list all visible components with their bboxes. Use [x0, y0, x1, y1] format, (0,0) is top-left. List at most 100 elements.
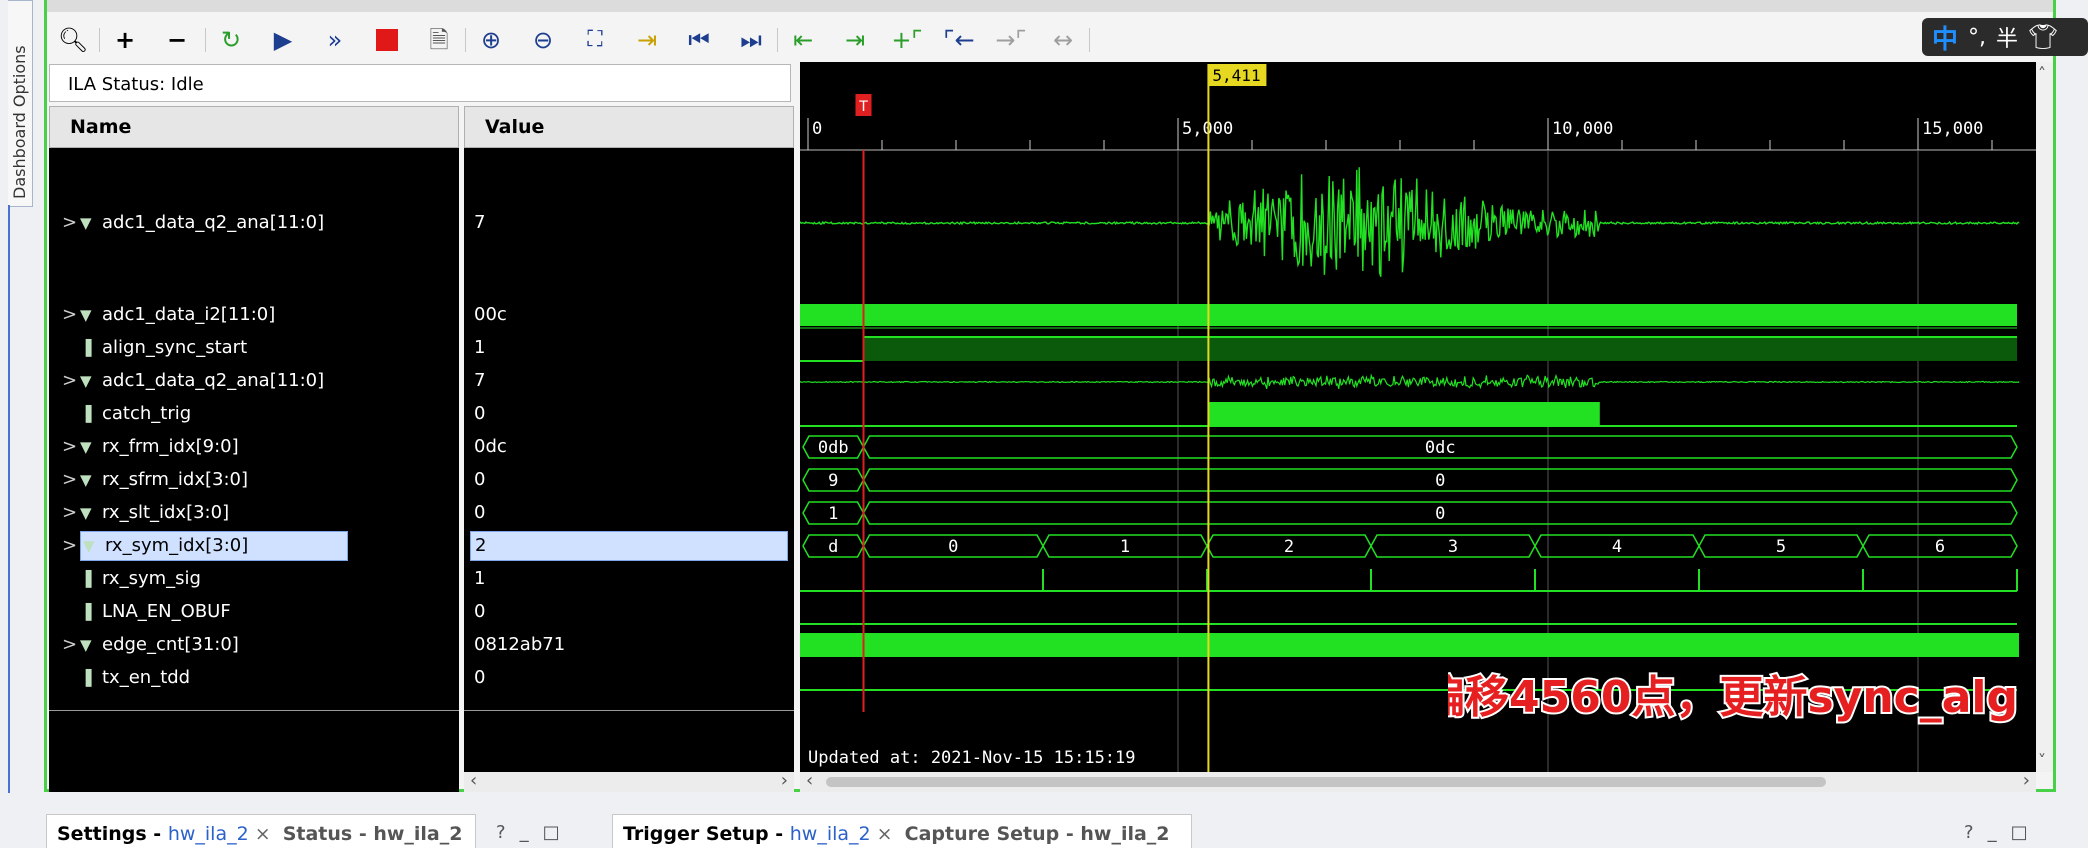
signal-name-row[interactable]: > ▼ rx_slt_idx[3:0]: [62, 500, 229, 526]
expand-chevron-icon[interactable]: >: [62, 434, 80, 460]
scroll-up-icon[interactable]: ˄: [2038, 64, 2046, 83]
value-column-header[interactable]: Value: [464, 106, 794, 148]
capture-setup-tab-title[interactable]: Capture Setup - hw_ila_2: [905, 823, 1170, 845]
previous-marker-icon[interactable]: ⌜←: [941, 22, 977, 58]
help-icon[interactable]: ?: [1964, 822, 1988, 843]
ime-skin-icon: 👕︎: [2028, 23, 2059, 51]
waveform-vscrollbar[interactable]: ˄ ˅: [2036, 62, 2053, 772]
scroll-left-icon[interactable]: ‹: [806, 770, 813, 791]
trigger-tab-link[interactable]: hw_ila_2: [790, 823, 871, 845]
ime-punct: °,: [1968, 24, 1987, 50]
next-transition-icon[interactable]: ⇥: [837, 22, 873, 58]
waveform-hscrollbar[interactable]: ‹ ›: [800, 770, 2036, 792]
expand-chevron-icon[interactable]: >: [62, 467, 80, 493]
signal-name-row[interactable]: ▐ LNA_EN_OBUF: [62, 599, 231, 625]
signal-value: 7: [474, 370, 486, 391]
maximize-icon[interactable]: □: [2011, 822, 2042, 843]
signal-name-row[interactable]: ▐ align_sync_start: [62, 335, 247, 361]
scroll-down-icon[interactable]: ˅: [2038, 751, 2046, 770]
bit-signal-icon: ▐: [80, 405, 92, 423]
dashboard-options-tab[interactable]: Dashboard Options: [8, 0, 33, 207]
trigger-setup-tab[interactable]: Trigger Setup - hw_ila_2 × Capture Setup…: [612, 814, 1192, 848]
minimize-icon[interactable]: _: [1988, 822, 2011, 843]
bus-value-label: 0db: [818, 438, 849, 458]
waveform-scroll-thumb[interactable]: [826, 777, 1826, 787]
signal-name-row[interactable]: > ▼ rx_sym_idx[3:0]: [62, 531, 348, 561]
value-column-label: Value: [485, 116, 545, 138]
bus-value-label: 9: [828, 471, 838, 491]
trigger-marker-label: T: [858, 99, 868, 115]
expand-chevron-icon[interactable]: >: [62, 500, 80, 526]
signal-name-row[interactable]: ▐ tx_en_tdd: [62, 665, 190, 691]
signal-value: 0: [474, 667, 486, 688]
signal-name-label: rx_frm_idx[9:0]: [102, 436, 239, 457]
selected-signal-highlight: ▼ rx_sym_idx[3:0]: [80, 531, 348, 561]
bus-signal-icon: ▼: [80, 306, 92, 324]
trigger-window-controls[interactable]: ?_□: [1964, 822, 2042, 843]
signal-name-row[interactable]: > ▼ rx_sfrm_idx[3:0]: [62, 467, 248, 493]
waveform-toolbar: 🔍︎ + − ↻ ▶ » 🗎︎ ⊕ ⊖ ⛶ ⇥ ⏮︎ ⏭︎ ⇤ ⇥ +⌜ ⌜← …: [47, 16, 2053, 62]
signal-label-group: ▐ tx_en_tdd: [80, 667, 190, 688]
settings-tab-link[interactable]: hw_ila_2: [168, 823, 249, 845]
close-icon[interactable]: ×: [877, 823, 893, 845]
previous-transition-icon[interactable]: ⇤: [785, 22, 821, 58]
signal-name-row[interactable]: > ▼ adc1_data_i2[11:0]: [62, 302, 275, 328]
signal-name-row[interactable]: ▐ rx_sym_sig: [62, 566, 201, 592]
expand-chevron-icon[interactable]: >: [62, 368, 80, 394]
ime-indicator: 中 °, 半 👕︎: [1922, 18, 2088, 56]
signal-name-row[interactable]: > ▼ rx_frm_idx[9:0]: [62, 434, 239, 460]
signal-label-group: ▼ adc1_data_q2_ana[11:0]: [80, 370, 324, 391]
zoom-out-icon[interactable]: ⊖: [525, 22, 561, 58]
close-icon[interactable]: ×: [255, 823, 271, 845]
scroll-left-icon[interactable]: ‹: [470, 770, 477, 791]
swap-cursors-icon[interactable]: ↔: [1045, 22, 1081, 58]
signal-name-label: align_sync_start: [102, 337, 248, 358]
zoom-fit-icon[interactable]: ⛶: [577, 22, 613, 58]
dashboard-border: [8, 205, 10, 793]
expand-chevron-icon[interactable]: >: [62, 210, 80, 236]
minimize-icon[interactable]: _: [520, 822, 543, 843]
signal-value: 0812ab71: [474, 634, 566, 655]
add-icon[interactable]: +: [107, 22, 143, 58]
signal-label-group: ▐ LNA_EN_OBUF: [80, 601, 231, 622]
bus-value-label: 2: [1284, 537, 1294, 557]
annotation-label: 偏移4560点，更新sync_alg: [1448, 672, 2018, 723]
signal-name-label: rx_sfrm_idx[3:0]: [102, 469, 248, 490]
status-tab-title[interactable]: Status - hw_ila_2: [283, 823, 463, 845]
maximize-icon[interactable]: □: [543, 822, 574, 843]
zoom-in-icon[interactable]: ⊕: [473, 22, 509, 58]
scroll-right-icon[interactable]: ›: [2023, 770, 2030, 791]
signal-name-row[interactable]: > ▼ edge_cnt[31:0]: [62, 632, 239, 658]
name-column-header[interactable]: Name: [49, 106, 459, 148]
go-to-start-icon[interactable]: ⏮︎: [681, 22, 717, 58]
signal-name-label: adc1_data_q2_ana[11:0]: [102, 212, 325, 233]
go-to-end-icon[interactable]: ⏭︎: [733, 22, 769, 58]
stop-icon[interactable]: [369, 22, 405, 58]
remove-icon[interactable]: −: [159, 22, 195, 58]
settings-window-controls[interactable]: ?_□: [496, 822, 574, 843]
ila-status-field: ILA Status: Idle: [49, 64, 791, 102]
expand-chevron-icon[interactable]: >: [62, 632, 80, 658]
export-icon[interactable]: 🗎︎: [421, 22, 457, 58]
help-icon[interactable]: ?: [496, 822, 520, 843]
signal-name-row[interactable]: > ▼ adc1_data_q2_ana[11:0]: [62, 368, 324, 394]
signal-name-row[interactable]: ▐ catch_trig: [62, 401, 191, 427]
toolbar-separator: [777, 28, 778, 52]
expand-chevron-icon[interactable]: >: [62, 533, 80, 559]
bus-value-label: 6: [1935, 537, 1945, 557]
search-icon[interactable]: 🔍︎: [55, 22, 91, 58]
value-hscrollbar[interactable]: ‹ ›: [464, 770, 794, 792]
scroll-right-icon[interactable]: ›: [781, 770, 788, 791]
run-immediate-icon[interactable]: »: [317, 22, 353, 58]
signal-label-group: ▼ edge_cnt[31:0]: [80, 634, 239, 655]
signal-label-group: ▼ rx_sfrm_idx[3:0]: [80, 469, 248, 490]
run-trigger-repeat-icon[interactable]: ↻: [213, 22, 249, 58]
expand-chevron-icon[interactable]: >: [62, 302, 80, 328]
add-marker-icon[interactable]: +⌜: [889, 22, 925, 58]
next-marker-icon[interactable]: →⌜: [993, 22, 1029, 58]
settings-panel-tab[interactable]: Settings - hw_ila_2 × Status - hw_ila_2: [46, 814, 476, 848]
run-trigger-icon[interactable]: ▶: [265, 22, 301, 58]
go-to-cursor-icon[interactable]: ⇥: [629, 22, 665, 58]
signal-name-row[interactable]: > ▼ adc1_data_q2_ana[11:0]: [62, 210, 324, 236]
signal-value: 0: [474, 601, 486, 622]
